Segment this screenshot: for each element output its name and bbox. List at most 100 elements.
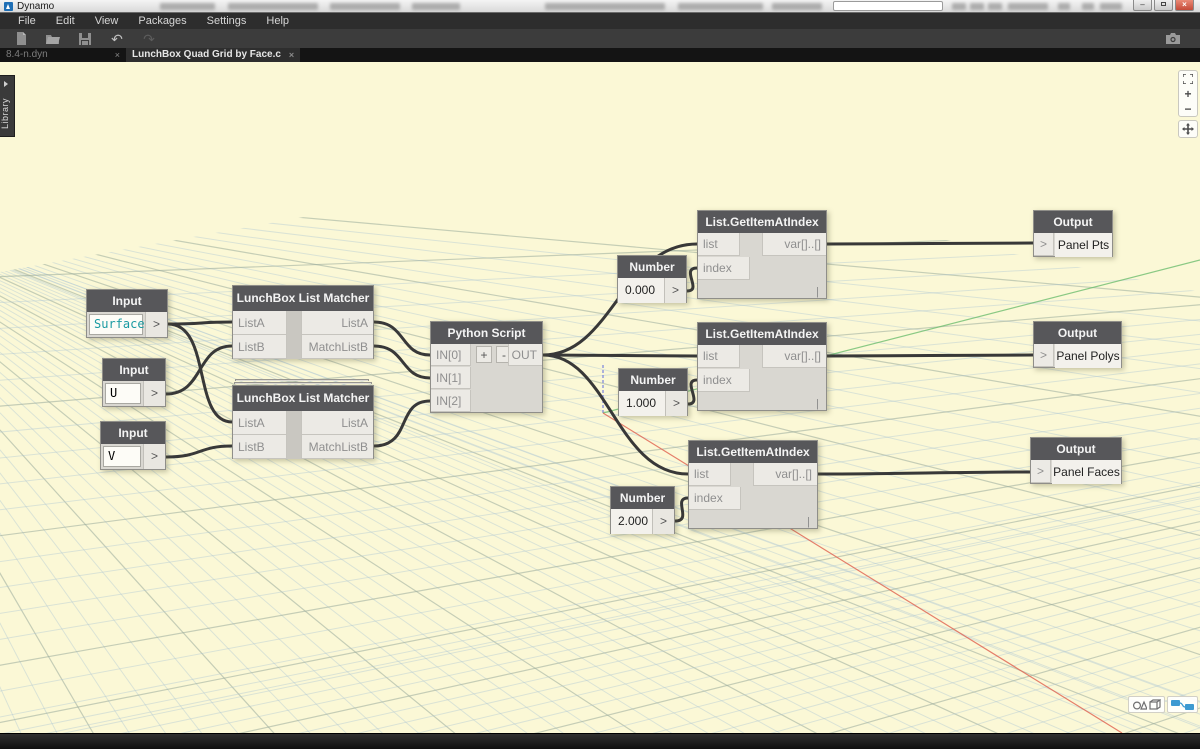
node-list-getitematindex-1[interactable]: List.GetItemAtIndex list index var[]..[]… (697, 210, 827, 299)
port-in-list[interactable]: list (698, 345, 740, 368)
input-value-field[interactable]: Surface (89, 314, 143, 335)
port-out-lista[interactable]: ListA (301, 411, 373, 435)
save-button[interactable] (72, 30, 98, 47)
new-file-button[interactable] (8, 30, 34, 47)
wire[interactable] (374, 401, 430, 446)
node-title[interactable]: Input (87, 290, 167, 312)
tab-custom-node[interactable]: LunchBox Quad Grid by Face.c × (126, 48, 300, 62)
node-python-script[interactable]: Python Script IN[0] IN[1] IN[2] + - OUT (430, 321, 543, 413)
menu-file[interactable]: File (8, 13, 46, 29)
wire[interactable] (687, 268, 697, 291)
output-port[interactable]: > (143, 381, 165, 406)
node-title[interactable]: Number (618, 256, 686, 278)
node-number-1[interactable]: Number 1.000 > (618, 368, 688, 416)
wire[interactable] (827, 243, 1033, 244)
minimize-button[interactable]: ‒ (1133, 0, 1152, 11)
node-title[interactable]: List.GetItemAtIndex (698, 211, 826, 233)
wire[interactable] (675, 498, 688, 521)
wire[interactable] (818, 472, 1030, 474)
output-port[interactable]: > (143, 444, 165, 469)
wire[interactable] (827, 355, 1033, 356)
port-in-index[interactable]: index (698, 369, 750, 392)
node-lunchbox-list-matcher-1[interactable]: LunchBox List Matcher ListA ListB ListA … (232, 285, 374, 359)
tab-close-icon[interactable]: × (289, 48, 294, 62)
add-input-button[interactable]: + (476, 346, 492, 363)
geometry-view-toggle[interactable] (1128, 696, 1165, 713)
node-title[interactable]: LunchBox List Matcher (233, 286, 373, 311)
node-list-getitematindex-2[interactable]: List.GetItemAtIndex list index var[]..[]… (697, 322, 827, 411)
node-title[interactable]: Number (619, 369, 687, 391)
port-out[interactable]: OUT (508, 344, 542, 366)
node-output-panel-polys[interactable]: Output > Panel Polys (1033, 321, 1122, 368)
port-in-listb[interactable]: ListB (233, 435, 287, 459)
node-input-v[interactable]: Input V > (100, 421, 166, 470)
wire[interactable] (168, 322, 232, 324)
output-name-field[interactable]: Panel Faces (1052, 460, 1121, 484)
menu-packages[interactable]: Packages (128, 13, 196, 29)
node-title[interactable]: Python Script (431, 322, 542, 344)
close-button[interactable]: × (1175, 0, 1194, 11)
node-output-panel-faces[interactable]: Output > Panel Faces (1030, 437, 1122, 484)
menu-help[interactable]: Help (256, 13, 299, 29)
open-file-button[interactable] (40, 30, 66, 47)
zoom-in-button[interactable]: + (1179, 86, 1197, 101)
node-lunchbox-list-matcher-2[interactable]: LunchBox List Matcher ListA ListB ListA … (232, 385, 374, 459)
menu-settings[interactable]: Settings (197, 13, 257, 29)
tab-home-workspace[interactable]: 8.4-n.dyn × (0, 48, 126, 62)
port-out-var[interactable]: var[]..[] (762, 233, 826, 256)
menu-edit[interactable]: Edit (46, 13, 85, 29)
port-in-lista[interactable]: ListA (233, 411, 287, 435)
port-in-lista[interactable]: ListA (233, 311, 287, 335)
restore-button[interactable] (1154, 0, 1173, 11)
wire[interactable] (543, 355, 697, 356)
node-title[interactable]: List.GetItemAtIndex (689, 441, 817, 463)
port-out-matchlistb[interactable]: MatchListB (301, 435, 373, 459)
wire[interactable] (166, 346, 232, 394)
node-title[interactable]: LunchBox List Matcher (233, 386, 373, 411)
node-title[interactable]: Output (1031, 438, 1121, 460)
wire[interactable] (166, 446, 232, 457)
port-in-1[interactable]: IN[1] (431, 367, 471, 389)
node-number-0[interactable]: Number 0.000 > (617, 255, 687, 303)
pan-button[interactable] (1178, 120, 1198, 138)
node-view-toggle[interactable] (1167, 696, 1198, 713)
node-list-getitematindex-3[interactable]: List.GetItemAtIndex list index var[]..[]… (688, 440, 818, 529)
node-input-u[interactable]: Input U > (102, 358, 166, 407)
node-title[interactable]: Number (611, 487, 674, 509)
menu-view[interactable]: View (85, 13, 129, 29)
node-input-surface[interactable]: Input Surface > (86, 289, 168, 338)
port-in-2[interactable]: IN[2] (431, 390, 471, 412)
port-in-index[interactable]: index (689, 487, 741, 510)
number-value-field[interactable]: 1.000 (619, 391, 667, 416)
zoom-out-button[interactable]: − (1179, 101, 1197, 116)
input-value-field[interactable]: U (105, 383, 141, 404)
output-name-field[interactable]: Panel Pts (1055, 233, 1112, 257)
node-title[interactable]: Input (101, 422, 165, 444)
node-title[interactable]: Output (1034, 211, 1112, 233)
node-title[interactable]: List.GetItemAtIndex (698, 323, 826, 345)
node-title[interactable]: Output (1034, 322, 1121, 344)
export-image-button[interactable] (1160, 30, 1186, 47)
input-port[interactable]: > (1031, 460, 1051, 483)
node-output-panel-pts[interactable]: Output > Panel Pts (1033, 210, 1113, 257)
library-flyout-tab[interactable]: Library (0, 75, 15, 137)
output-port[interactable]: > (664, 278, 686, 303)
fit-view-button[interactable] (1179, 71, 1197, 86)
port-in-list[interactable]: list (698, 233, 740, 256)
node-number-2[interactable]: Number 2.000 > (610, 486, 675, 534)
redo-button[interactable]: ↷ (136, 30, 162, 47)
output-port[interactable]: > (652, 509, 674, 534)
input-value-field[interactable]: V (103, 446, 141, 467)
wire[interactable] (688, 380, 697, 404)
wire[interactable] (374, 346, 430, 378)
wire[interactable] (168, 324, 232, 422)
port-out-matchlistb[interactable]: MatchListB (301, 335, 373, 359)
port-in-listb[interactable]: ListB (233, 335, 287, 359)
wire[interactable] (374, 322, 430, 355)
output-port[interactable]: > (665, 391, 687, 416)
output-port[interactable]: > (145, 312, 167, 337)
input-port[interactable]: > (1034, 233, 1054, 256)
input-port[interactable]: > (1034, 344, 1054, 367)
port-out-var[interactable]: var[]..[] (753, 463, 817, 486)
graph-canvas[interactable]: Library Input Surface > Input U > Input … (0, 62, 1200, 733)
